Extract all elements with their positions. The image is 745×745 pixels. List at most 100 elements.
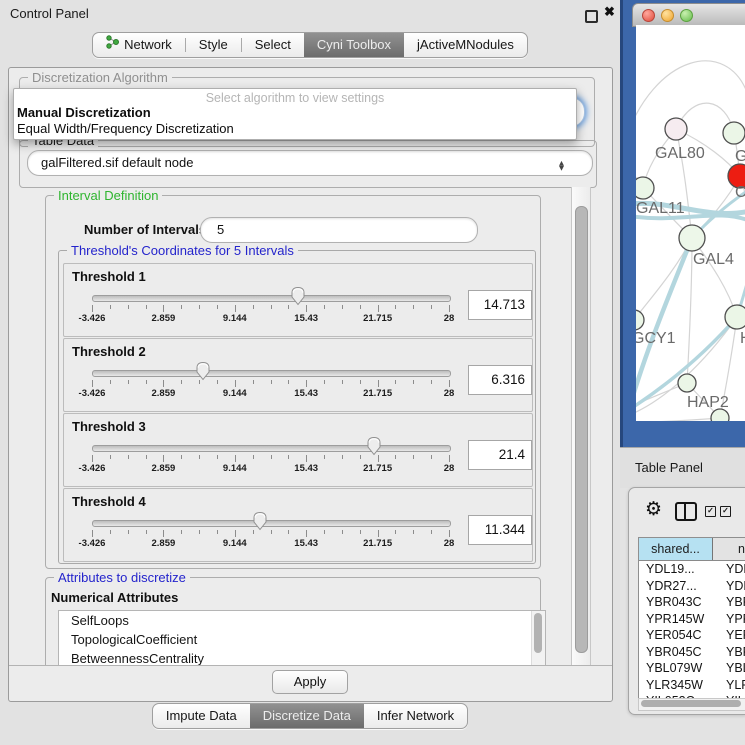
zoom-traffic-light-icon[interactable] [680,9,693,22]
network-node-gal11[interactable] [636,177,654,199]
close-icon[interactable]: ✖ [604,4,615,20]
network-node-h[interactable] [725,305,745,329]
tab-style[interactable]: Style [186,33,241,57]
column-header-name[interactable]: n [713,538,745,560]
gear-icon[interactable]: ⚙ [645,500,662,519]
tick-mark [235,530,236,537]
number-of-intervals-spinner[interactable]: 5 [200,217,478,243]
network-edge [636,418,720,421]
table-data-combobox[interactable]: galFiltered.sif default node [27,150,593,176]
panel-vertical-scrollbar[interactable] [571,187,591,665]
tick-mark [235,455,236,462]
tick-mark [235,380,236,387]
column-header-shared-name[interactable]: shared... [639,538,713,560]
network-node-label: GCY1 [636,330,676,347]
table-row[interactable]: YDL19...YDL1 [639,561,745,578]
algorithm-option-manual-discretization[interactable]: Manual Discretization [14,105,576,121]
combo-arrows-icon: ▲▼ [559,161,564,171]
checkbox-icon[interactable]: ✓ [705,506,716,517]
tick-label: 21.715 [363,313,392,324]
tab-jactivemnodules[interactable]: jActiveMNodules [404,33,527,57]
tab-impute-data[interactable]: Impute Data [153,704,250,728]
table-horizontal-scrollbar[interactable] [638,698,745,711]
threshold-4-slider-track[interactable] [92,520,451,527]
apply-button[interactable]: Apply [272,670,348,694]
panel-scrollbar-thumb[interactable] [575,206,588,653]
threshold-1-value-field[interactable]: 14.713 [468,290,532,320]
attributes-scrollbar-thumb[interactable] [534,613,542,653]
table-scrollbar-thumb[interactable] [641,700,741,707]
tick-label: -3.426 [79,538,106,549]
tick-mark [181,305,182,309]
tab-network[interactable]: Network [93,33,185,57]
network-node-gal80[interactable] [665,118,687,140]
network-node-hap2[interactable] [678,374,696,392]
network-node-gcy1[interactable] [636,310,644,330]
minimize-traffic-light-icon[interactable] [661,9,674,22]
tick-mark [217,305,218,309]
network-node[interactable] [711,409,729,421]
network-icon [106,33,119,57]
table-row[interactable]: YBR045CYBR0 [639,644,745,661]
tick-label: 9.144 [223,463,247,474]
attributes-scrollbar[interactable] [531,611,545,665]
network-node-gal4[interactable] [679,225,705,251]
tick-mark [110,305,111,309]
table-cell: YBL079W [639,660,719,677]
threshold-1-slider-track[interactable] [92,295,451,302]
tick-mark [395,305,396,309]
tick-mark [199,305,200,309]
tab-infer-network[interactable]: Infer Network [364,704,467,728]
network-node-label: C [735,184,745,201]
tick-mark [413,305,414,309]
table-row[interactable]: YLR345WYLR3 [639,677,745,694]
table-row[interactable]: YBL079WYBL0 [639,660,745,677]
network-window-titlebar[interactable] [632,3,745,27]
tick-mark [378,455,379,462]
table-row[interactable]: YBR043CYBR0 [639,594,745,611]
tick-label: 9.144 [223,313,247,324]
table-row[interactable]: YPR145WYPR1 [639,611,745,628]
attribute-item-selfloops[interactable]: SelfLoops [59,611,545,630]
table-cell: YER054C [639,627,719,644]
algorithm-option-equal-width-frequency-discretization[interactable]: Equal Width/Frequency Discretization [14,121,576,137]
tab-cyni-toolbox[interactable]: Cyni Toolbox [304,33,404,57]
network-canvas[interactable]: GAL80GACGAL11GAL4GCY1HHAP2 [636,25,745,421]
close-traffic-light-icon[interactable] [642,9,655,22]
float-window-icon[interactable] [585,10,598,23]
threshold-2-slider-track[interactable] [92,370,451,377]
threshold-4-value-field[interactable]: 11.344 [468,515,532,545]
tick-mark [360,455,361,459]
top-tab-bar: Network Style Select Cyni ToolboxjActiveMNo… [0,32,620,58]
tick-label: 28 [444,463,455,474]
threshold-2-value-field[interactable]: 6.316 [468,365,532,395]
tick-mark [342,305,343,309]
tick-label: 15.43 [294,388,318,399]
checkbox-icon[interactable]: ✓ [720,506,731,517]
numerical-attributes-list[interactable]: SelfLoopsTopologicalCoefficientBetweenne… [58,610,546,665]
attribute-item-betweennesscentrality[interactable]: BetweennessCentrality [59,649,545,665]
attribute-item-topologicalcoefficient[interactable]: TopologicalCoefficient [59,630,545,649]
tab-select[interactable]: Select [242,33,304,57]
threshold-2-slider-thumb[interactable] [195,361,211,381]
tick-mark [288,455,289,459]
threshold-3-value-field[interactable]: 21.4 [468,440,532,470]
tick-mark [271,455,272,459]
tick-label: 9.144 [223,388,247,399]
tab-discretize-data[interactable]: Discretize Data [250,704,364,728]
threshold-4-slider-thumb[interactable] [252,511,268,531]
tab-label: Select [255,33,291,57]
table-row[interactable]: YER054CYER0 [639,627,745,644]
network-node-ga[interactable] [723,122,745,144]
split-columns-icon[interactable] [675,502,697,521]
tab-label: Style [199,33,228,57]
threshold-3-slider-thumb[interactable] [366,436,382,456]
threshold-1-slider-thumb[interactable] [290,286,306,306]
table-cell: YBR043C [639,594,719,611]
tick-mark [128,380,129,384]
table-row[interactable]: YDR27...YDR2 [639,578,745,595]
tick-label: 2.859 [152,388,176,399]
threshold-3-slider-track[interactable] [92,445,451,452]
tick-mark [217,455,218,459]
threshold-2-label: Threshold 2 [72,344,146,359]
